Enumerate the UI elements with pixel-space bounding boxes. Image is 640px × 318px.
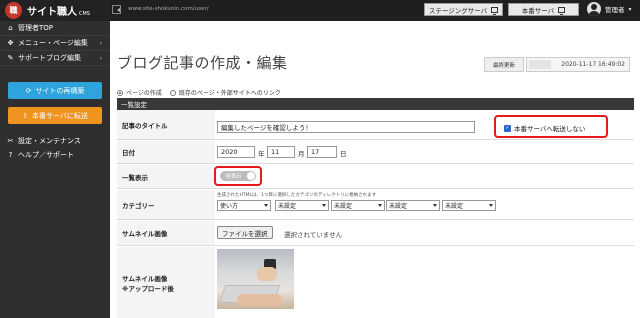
sidebar-item-label: メニュー・ページ編集 (18, 39, 88, 47)
category-select-value: 使い方 (220, 203, 239, 210)
logo[interactable]: 職 サイト職人 CMS (0, 0, 110, 21)
thumbnail-preview-label: サムネイル画像 ※アップロード後 (117, 247, 213, 318)
date-month-unit: 月 (298, 150, 305, 158)
logo-text: サイト職人 (27, 7, 77, 18)
file-status-text: 選択されていません (284, 231, 343, 239)
sidebar-item-settings[interactable]: ✂ 設定・メンテナンス (0, 134, 110, 147)
avatar (587, 2, 601, 16)
date-day-input[interactable]: 17 (307, 146, 337, 158)
dropdown-caret-icon (489, 204, 493, 207)
user-menu[interactable]: 管理者 ▾ (587, 2, 632, 16)
arrows-icon: ✥ (7, 39, 14, 47)
refresh-icon: ⟳ (25, 86, 32, 95)
thumbnail-preview-image (217, 249, 294, 309)
category-select-value: 未設定 (278, 203, 297, 210)
date-day-unit: 日 (340, 150, 347, 158)
transfer-production-button[interactable]: ⇪ 本番サーバに転送 (8, 107, 102, 124)
sidebar-item-help[interactable]: ? ヘルプ／サポート (0, 148, 110, 161)
highlight-box-toggle (214, 166, 262, 186)
production-server-button[interactable]: 本番サーバ (508, 3, 579, 16)
last-updated-label: 最終更新 (484, 57, 524, 72)
arm-shape (237, 294, 282, 306)
category-select-value: 未設定 (445, 203, 464, 210)
top-bar: 職 サイト職人 CMS www.site-shokunin.com/user/ ス… (0, 0, 640, 21)
category-select-value: 未設定 (389, 203, 408, 210)
production-server-label: 本番サーバ (521, 6, 555, 15)
dropdown-caret-icon (433, 204, 437, 207)
sidebar: ⌂ 管理者TOP ✥ メニュー・ページ編集 › ✎ サポートブログ編集 › ⟳ … (0, 21, 110, 318)
thumbnail-field-label: サムネイル画像 (122, 230, 168, 238)
dropdown-caret-icon (378, 204, 382, 207)
thumbnail-preview-label-line2: ※アップロード後 (122, 284, 174, 293)
sidebar-item-label: 設定・メンテナンス (18, 136, 81, 145)
sidebar-item-admin-top[interactable]: ⌂ 管理者TOP (0, 21, 110, 36)
monitor-icon (491, 6, 499, 15)
category-select-3[interactable]: 未設定 (331, 200, 385, 211)
page-type-radio-group: ページの作成 既存のページ・外部サイトへのリンク (117, 88, 281, 97)
category-select-value: 未設定 (334, 203, 353, 210)
monitor-icon (558, 6, 566, 15)
logo-sub: CMS (79, 11, 90, 17)
category-select-4[interactable]: 未設定 (386, 200, 440, 211)
form-row-date: 日付 2020 年 11 月 17 日 (117, 141, 634, 164)
staging-server-button[interactable]: ステージングサーバ (424, 3, 503, 16)
page-title: ブログ記事の作成・編集 (117, 54, 288, 72)
sidebar-item-label: 管理者TOP (18, 24, 54, 32)
upload-icon: ⇪ (22, 111, 28, 120)
title-input[interactable]: 編集したページを確認しよう！ (217, 121, 475, 133)
hand-shape (257, 267, 277, 281)
section-heading: 一覧設定 (117, 98, 634, 110)
chevron-right-icon: › (99, 54, 102, 62)
title-field-label: 記事のタイトル (122, 121, 168, 130)
radio-create-page[interactable] (117, 89, 123, 96)
radio-create-page-label[interactable]: ページの作成 (126, 88, 162, 97)
question-icon: ? (8, 150, 13, 159)
site-url[interactable]: www.site-shokunin.com/user/ (128, 6, 209, 12)
category-select-2[interactable]: 未設定 (275, 200, 329, 211)
dropdown-caret-icon (264, 204, 268, 207)
date-year-unit: 年 (258, 150, 265, 158)
last-updated-text: 2020-11-17 16:49:02 (561, 61, 625, 68)
rebuild-site-button[interactable]: ⟳ サイトの再構築 (8, 82, 102, 99)
user-name: 管理者 (605, 6, 625, 14)
edit-icon: ✎ (7, 54, 14, 62)
thumbnail-preview-label-line1: サムネイル画像 (122, 274, 168, 283)
staging-server-label: ステージングサーバ (428, 6, 488, 15)
date-year-input[interactable]: 2020 (217, 146, 255, 158)
last-updated-placeholder (529, 60, 551, 69)
display-field-label: 一覧表示 (122, 173, 148, 182)
wrench-icon: ✂ (7, 136, 14, 145)
home-icon: ⌂ (8, 24, 13, 32)
logo-mark-icon: 職 (5, 2, 22, 19)
choose-file-button[interactable]: ファイルを選択 (217, 226, 273, 239)
sidebar-item-menu-edit[interactable]: ✥ メニュー・ページ編集 › (0, 36, 110, 51)
form-row-thumbnail: サムネイル画像 ファイルを選択 選択されていません (117, 221, 634, 246)
form-row-display: 一覧表示 (117, 165, 634, 189)
chevron-down-icon: ▾ (628, 5, 632, 13)
form-row-thumbnail-preview: サムネイル画像 ※アップロード後 (117, 247, 634, 318)
radio-link-page-label[interactable]: 既存のページ・外部サイトへのリンク (179, 88, 281, 97)
sidebar-toggle-icon[interactable] (112, 5, 121, 14)
category-select-5[interactable]: 未設定 (442, 200, 496, 211)
category-field-label: カテゴリー (122, 201, 155, 210)
sidebar-item-label: サポートブログ編集 (18, 54, 81, 62)
highlight-box-checkbox (494, 115, 608, 138)
radio-link-page[interactable] (169, 89, 176, 96)
dropdown-caret-icon (322, 204, 326, 207)
category-select-1[interactable]: 使い方 (217, 200, 271, 211)
rebuild-site-label: サイトの再構築 (35, 86, 85, 95)
date-month-input[interactable]: 11 (267, 146, 295, 158)
sidebar-item-blog-edit[interactable]: ✎ サポートブログ編集 › (0, 51, 110, 66)
last-updated-value: 2020-11-17 16:49:02 (526, 57, 630, 72)
sidebar-item-label: ヘルプ／サポート (18, 150, 74, 159)
chevron-right-icon: › (99, 39, 102, 47)
form-row-category: カテゴリー 生成されたHTMLは、1つ目に選択したカテゴリのディレクトリに格納さ… (117, 190, 634, 220)
date-field-label: 日付 (122, 149, 135, 157)
category-note: 生成されたHTMLは、1つ目に選択したカテゴリのディレクトリに格納されます (217, 193, 377, 198)
transfer-production-label: 本番サーバに転送 (31, 111, 88, 120)
